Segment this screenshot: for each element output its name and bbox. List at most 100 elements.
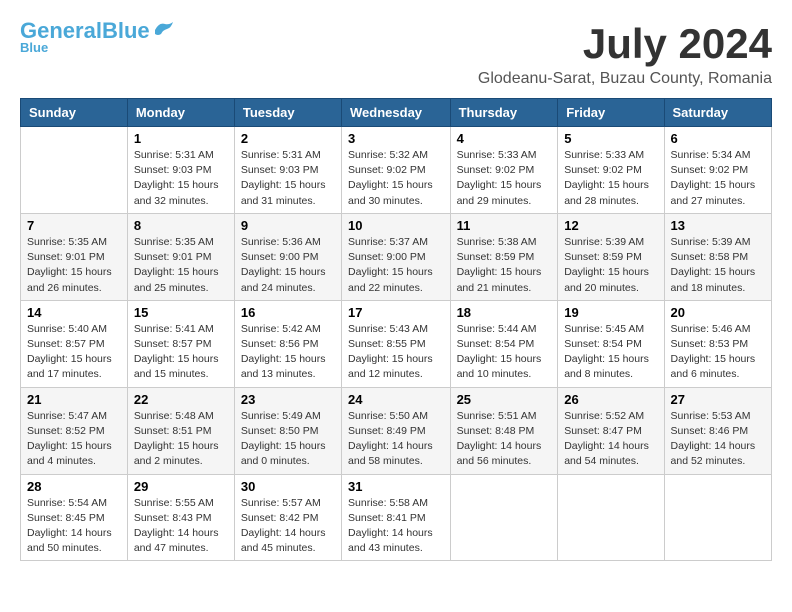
calendar-cell: 28 Sunrise: 5:54 AMSunset: 8:45 PMDayligh… — [21, 474, 128, 561]
day-info: Sunrise: 5:35 AMSunset: 9:01 PMDaylight:… — [27, 235, 121, 296]
day-number: 28 — [27, 479, 121, 494]
day-number: 24 — [348, 392, 444, 407]
calendar-cell: 8Sunrise: 5:35 AMSunset: 9:01 PMDaylight… — [127, 213, 234, 300]
week-row-4: 28 Sunrise: 5:54 AMSunset: 8:45 PMDayligh… — [21, 474, 772, 561]
day-info: Sunrise: 5:58 AMSunset: 8:41 PMDaylight:… — [348, 496, 444, 557]
day-info: Sunrise: 5:45 AMSunset: 8:54 PMDaylight:… — [564, 322, 657, 383]
calendar-cell: 13 Sunrise: 5:39 AMSunset: 8:58 PMDayligh… — [664, 213, 771, 300]
day-number: 5 — [564, 131, 657, 146]
day-number: 10 — [348, 218, 444, 233]
day-number: 22 — [134, 392, 228, 407]
calendar-cell: 12Sunrise: 5:39 AMSunset: 8:59 PMDayligh… — [558, 213, 664, 300]
day-number: 11 — [457, 218, 552, 233]
day-number: 3 — [348, 131, 444, 146]
calendar-cell: 17Sunrise: 5:43 AMSunset: 8:55 PMDayligh… — [342, 300, 451, 387]
calendar-cell: 31Sunrise: 5:58 AMSunset: 8:41 PMDayligh… — [342, 474, 451, 561]
day-info: Sunrise: 5:31 AMSunset: 9:03 PMDaylight:… — [241, 148, 335, 209]
calendar-cell — [664, 474, 771, 561]
day-number: 20 — [671, 305, 765, 320]
location: Glodeanu-Sarat, Buzau County, Romania — [478, 70, 772, 88]
day-info: Sunrise: 5:39 AMSunset: 8:59 PMDaylight:… — [564, 235, 657, 296]
day-info: Sunrise: 5:57 AMSunset: 8:42 PMDaylight:… — [241, 496, 335, 557]
calendar-cell: 18 Sunrise: 5:44 AMSunset: 8:54 PMDayligh… — [450, 300, 558, 387]
week-row-3: 21 Sunrise: 5:47 AMSunset: 8:52 PMDayligh… — [21, 387, 772, 474]
calendar-cell: 14 Sunrise: 5:40 AMSunset: 8:57 PMDayligh… — [21, 300, 128, 387]
day-info: Sunrise: 5:32 AMSunset: 9:02 PMDaylight:… — [348, 148, 444, 209]
day-number: 13 — [671, 218, 765, 233]
day-number: 9 — [241, 218, 335, 233]
calendar-cell: 22 Sunrise: 5:48 AMSunset: 8:51 PMDayligh… — [127, 387, 234, 474]
calendar-cell: 29Sunrise: 5:55 AMSunset: 8:43 PMDayligh… — [127, 474, 234, 561]
day-info: Sunrise: 5:36 AMSunset: 9:00 PMDaylight:… — [241, 235, 335, 296]
day-info: Sunrise: 5:40 AMSunset: 8:57 PMDaylight:… — [27, 322, 121, 383]
day-number: 15 — [134, 305, 228, 320]
day-number: 17 — [348, 305, 444, 320]
calendar-cell: 16 Sunrise: 5:42 AMSunset: 8:56 PMDayligh… — [234, 300, 341, 387]
month-title: July 2024 — [478, 20, 772, 68]
calendar-header: SundayMondayTuesdayWednesdayThursdayFrid… — [21, 99, 772, 127]
day-number: 16 — [241, 305, 335, 320]
day-info: Sunrise: 5:52 AMSunset: 8:47 PMDaylight:… — [564, 409, 657, 470]
calendar-cell — [21, 127, 128, 214]
header-day-friday: Friday — [558, 99, 664, 127]
day-number: 19 — [564, 305, 657, 320]
day-info: Sunrise: 5:49 AMSunset: 8:50 PMDaylight:… — [241, 409, 335, 470]
week-row-2: 14 Sunrise: 5:40 AMSunset: 8:57 PMDayligh… — [21, 300, 772, 387]
day-number: 21 — [27, 392, 121, 407]
day-info: Sunrise: 5:46 AMSunset: 8:53 PMDaylight:… — [671, 322, 765, 383]
day-info: Sunrise: 5:53 AMSunset: 8:46 PMDaylight:… — [671, 409, 765, 470]
logo-blue: Blue — [102, 18, 150, 43]
header-day-saturday: Saturday — [664, 99, 771, 127]
day-info: Sunrise: 5:48 AMSunset: 8:51 PMDaylight:… — [134, 409, 228, 470]
calendar-cell: 4Sunrise: 5:33 AMSunset: 9:02 PMDaylight… — [450, 127, 558, 214]
day-info: Sunrise: 5:37 AMSunset: 9:00 PMDaylight:… — [348, 235, 444, 296]
calendar-cell: 30 Sunrise: 5:57 AMSunset: 8:42 PMDayligh… — [234, 474, 341, 561]
header-day-thursday: Thursday — [450, 99, 558, 127]
calendar-cell: 9 Sunrise: 5:36 AMSunset: 9:00 PMDaylight… — [234, 213, 341, 300]
day-number: 14 — [27, 305, 121, 320]
day-info: Sunrise: 5:54 AMSunset: 8:45 PMDaylight:… — [27, 496, 121, 557]
calendar-cell — [558, 474, 664, 561]
logo-bird-icon — [153, 20, 175, 38]
day-info: Sunrise: 5:41 AMSunset: 8:57 PMDaylight:… — [134, 322, 228, 383]
day-info: Sunrise: 5:44 AMSunset: 8:54 PMDaylight:… — [457, 322, 552, 383]
calendar-cell: 6Sunrise: 5:34 AMSunset: 9:02 PMDaylight… — [664, 127, 771, 214]
day-number: 23 — [241, 392, 335, 407]
calendar-cell: 11 Sunrise: 5:38 AMSunset: 8:59 PMDayligh… — [450, 213, 558, 300]
day-info: Sunrise: 5:51 AMSunset: 8:48 PMDaylight:… — [457, 409, 552, 470]
calendar-cell: 7 Sunrise: 5:35 AMSunset: 9:01 PMDaylight… — [21, 213, 128, 300]
title-block: July 2024 Glodeanu-Sarat, Buzau County, … — [478, 20, 772, 88]
day-info: Sunrise: 5:38 AMSunset: 8:59 PMDaylight:… — [457, 235, 552, 296]
logo-subtitle: Blue — [20, 40, 48, 55]
calendar-cell: 24 Sunrise: 5:50 AMSunset: 8:49 PMDayligh… — [342, 387, 451, 474]
header-day-tuesday: Tuesday — [234, 99, 341, 127]
day-info: Sunrise: 5:39 AMSunset: 8:58 PMDaylight:… — [671, 235, 765, 296]
calendar-cell: 23 Sunrise: 5:49 AMSunset: 8:50 PMDayligh… — [234, 387, 341, 474]
header-day-monday: Monday — [127, 99, 234, 127]
calendar-cell: 3 Sunrise: 5:32 AMSunset: 9:02 PMDaylight… — [342, 127, 451, 214]
calendar-cell: 25 Sunrise: 5:51 AMSunset: 8:48 PMDayligh… — [450, 387, 558, 474]
day-info: Sunrise: 5:47 AMSunset: 8:52 PMDaylight:… — [27, 409, 121, 470]
day-number: 7 — [27, 218, 121, 233]
day-number: 25 — [457, 392, 552, 407]
day-number: 18 — [457, 305, 552, 320]
week-row-1: 7 Sunrise: 5:35 AMSunset: 9:01 PMDaylight… — [21, 213, 772, 300]
header-row: SundayMondayTuesdayWednesdayThursdayFrid… — [21, 99, 772, 127]
day-number: 1 — [134, 131, 228, 146]
day-number: 27 — [671, 392, 765, 407]
day-number: 30 — [241, 479, 335, 494]
logo: GeneralBlue Blue — [20, 20, 175, 55]
day-info: Sunrise: 5:42 AMSunset: 8:56 PMDaylight:… — [241, 322, 335, 383]
day-number: 8 — [134, 218, 228, 233]
calendar-cell: 21 Sunrise: 5:47 AMSunset: 8:52 PMDayligh… — [21, 387, 128, 474]
week-row-0: 1 Sunrise: 5:31 AMSunset: 9:03 PMDaylight… — [21, 127, 772, 214]
calendar-cell: 26 Sunrise: 5:52 AMSunset: 8:47 PMDayligh… — [558, 387, 664, 474]
calendar-cell: 10 Sunrise: 5:37 AMSunset: 9:00 PMDayligh… — [342, 213, 451, 300]
calendar-cell: 1Sunrise: 5:31 AMSunset: 9:03 PMDaylight… — [127, 127, 234, 214]
calendar-cell: 19 Sunrise: 5:45 AMSunset: 8:54 PMDayligh… — [558, 300, 664, 387]
header-day-wednesday: Wednesday — [342, 99, 451, 127]
calendar-cell: 5Sunrise: 5:33 AMSunset: 9:02 PMDaylight… — [558, 127, 664, 214]
calendar-cell: 15 Sunrise: 5:41 AMSunset: 8:57 PMDayligh… — [127, 300, 234, 387]
day-info: Sunrise: 5:50 AMSunset: 8:49 PMDaylight:… — [348, 409, 444, 470]
day-number: 26 — [564, 392, 657, 407]
